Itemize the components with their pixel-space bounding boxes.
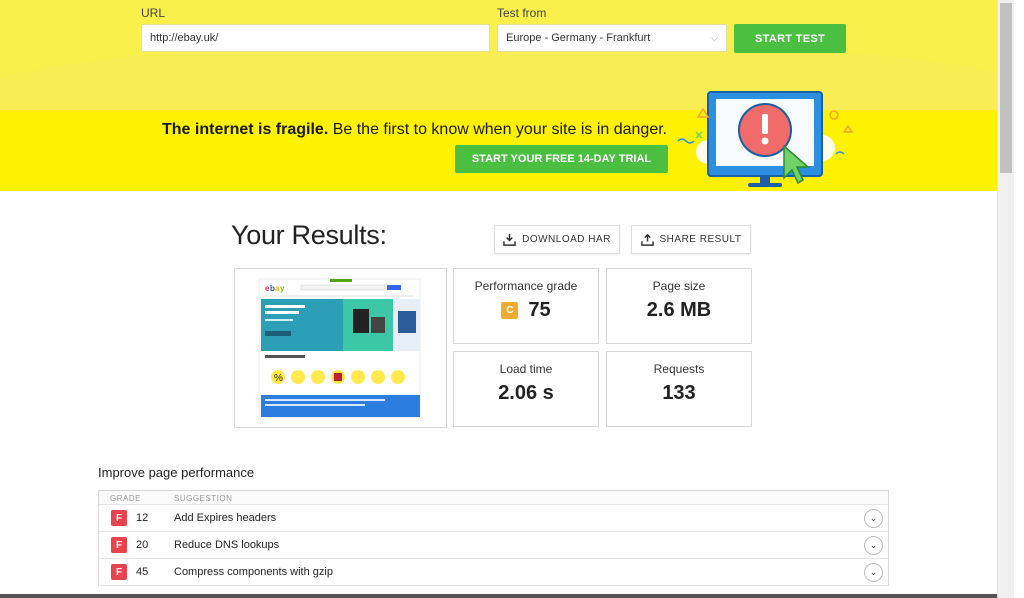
window-edge xyxy=(1014,0,1024,598)
performance-grade-label: Performance grade xyxy=(474,279,578,293)
load-time-value: 2.06 s xyxy=(498,382,554,404)
chevron-down-icon: ⌵ xyxy=(711,32,718,43)
requests-label: Requests xyxy=(653,362,705,376)
window-bottom-edge xyxy=(0,594,997,598)
share-result-button[interactable]: SHARE RESULT xyxy=(631,225,751,254)
load-time-card: Load time 2.06 s xyxy=(453,351,599,427)
suggestions-header: GRADE SUGGESTION xyxy=(99,491,888,505)
suggestions-table: GRADE SUGGESTION F 12 Add Expires header… xyxy=(98,490,889,586)
url-label: URL xyxy=(141,6,166,20)
monitor-alert-illustration xyxy=(677,91,854,187)
grade-badge: C xyxy=(501,302,519,319)
page-size-value: 2.6 MB xyxy=(646,299,712,321)
expand-chevron-icon[interactable]: ⌄ xyxy=(864,536,883,555)
promo-bold-text: The internet is fragile. xyxy=(162,121,329,138)
download-icon xyxy=(503,233,516,246)
promo-text: The internet is fragile. Be the first to… xyxy=(162,121,667,139)
start-test-button[interactable]: START TEST xyxy=(734,24,846,53)
suggestion-column-header: SUGGESTION xyxy=(174,494,233,503)
suggestion-row[interactable]: F 45 Compress components with gzip ⌄ xyxy=(99,559,888,586)
grade-badge: F xyxy=(111,510,127,526)
share-icon xyxy=(640,233,654,246)
performance-grade-value: 75 xyxy=(528,299,551,321)
suggestion-score: 45 xyxy=(136,566,149,578)
url-input[interactable] xyxy=(141,24,490,52)
suggestion-text: Add Expires headers xyxy=(174,512,277,524)
page-size-card: Page size 2.6 MB xyxy=(606,268,752,344)
promo-body-text: Be the first to know when your site is i… xyxy=(328,121,668,138)
suggestion-row[interactable]: F 20 Reduce DNS lookups ⌄ xyxy=(99,532,888,559)
suggestion-row[interactable]: F 12 Add Expires headers ⌄ xyxy=(99,505,888,532)
free-trial-button[interactable]: START YOUR FREE 14-DAY TRIAL xyxy=(455,145,668,173)
grade-badge: F xyxy=(111,564,127,580)
download-har-label: DOWNLOAD HAR xyxy=(522,234,611,245)
requests-value: 133 xyxy=(662,382,696,404)
load-time-label: Load time xyxy=(499,362,553,376)
test-location-value: Europe - Germany - Frankfurt xyxy=(506,32,651,44)
suggestion-score: 20 xyxy=(136,539,149,551)
performance-grade-card: Performance grade C 75 xyxy=(453,268,599,344)
suggestion-score: 12 xyxy=(136,512,149,524)
share-result-label: SHARE RESULT xyxy=(659,234,742,245)
page-size-label: Page size xyxy=(652,279,706,293)
requests-card: Requests 133 xyxy=(606,351,752,427)
page-screenshot-image: e b a y % xyxy=(258,278,421,418)
svg-text:%: % xyxy=(274,373,283,384)
expand-chevron-icon[interactable]: ⌄ xyxy=(864,563,883,582)
expand-chevron-icon[interactable]: ⌄ xyxy=(864,509,883,528)
test-from-label: Test from xyxy=(497,6,547,20)
grade-badge: F xyxy=(111,537,127,553)
suggestion-text: Reduce DNS lookups xyxy=(174,539,280,551)
grade-column-header: GRADE xyxy=(110,494,141,503)
vertical-scrollbar[interactable] xyxy=(997,0,1014,598)
suggestion-text: Compress components with gzip xyxy=(174,566,333,578)
page-screenshot-thumbnail[interactable]: e b a y % xyxy=(234,268,447,428)
svg-text:y: y xyxy=(280,284,285,293)
test-location-select[interactable]: Europe - Germany - Frankfurt ⌵ xyxy=(497,24,727,52)
download-har-button[interactable]: DOWNLOAD HAR xyxy=(494,225,620,254)
scrollbar-thumb[interactable] xyxy=(1000,3,1012,173)
improve-section-title: Improve page performance xyxy=(98,465,255,480)
performance-grade-row: C 75 xyxy=(454,299,598,322)
results-title: Your Results: xyxy=(231,220,387,250)
